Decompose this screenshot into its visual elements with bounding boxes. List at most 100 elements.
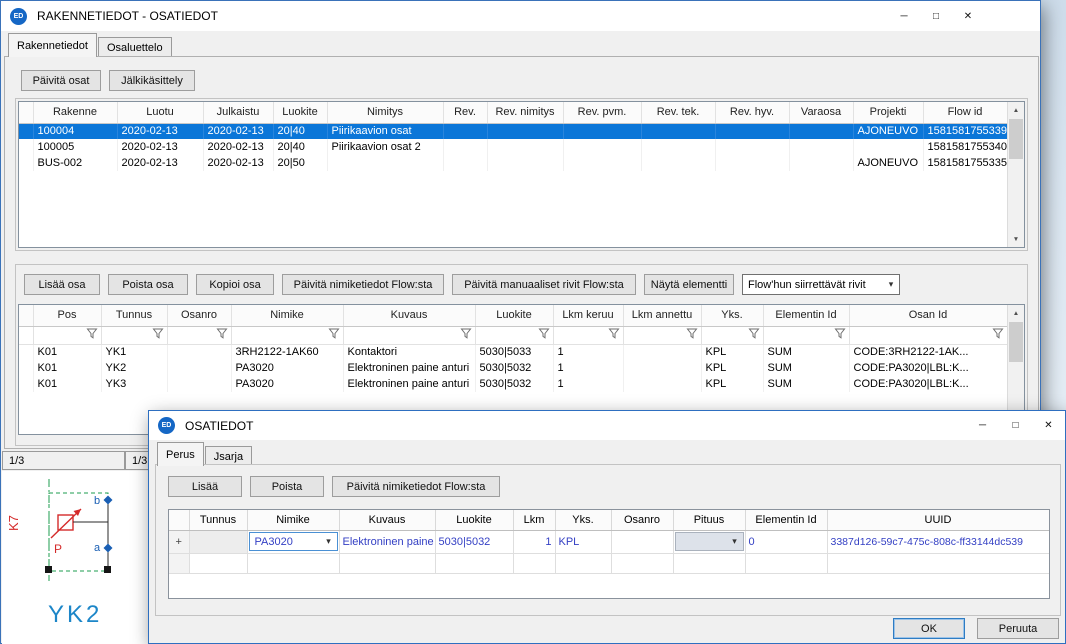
column-header[interactable]: Flow id bbox=[923, 102, 1007, 123]
minimize-button[interactable]: ─ bbox=[888, 1, 920, 31]
filter-cell[interactable] bbox=[475, 326, 553, 344]
structures-scrollbar[interactable]: ▲ ▼ bbox=[1007, 102, 1024, 247]
column-header[interactable]: Rev. nimitys bbox=[487, 102, 563, 123]
column-header[interactable]: Tunnus bbox=[189, 510, 247, 530]
poista-osa-button[interactable]: Poista osa bbox=[108, 274, 188, 295]
filter-cell[interactable] bbox=[553, 326, 623, 344]
scroll-thumb[interactable] bbox=[1009, 322, 1023, 362]
paivita-manuaaliset-flow-button[interactable]: Päivitä manuaaliset rivit Flow:sta bbox=[452, 274, 636, 295]
minimize-button[interactable]: ─ bbox=[966, 411, 999, 440]
column-header[interactable]: UUID bbox=[827, 510, 1049, 530]
column-header[interactable]: Lkm bbox=[513, 510, 555, 530]
filter-cell[interactable] bbox=[701, 326, 763, 344]
filter-cell[interactable] bbox=[763, 326, 849, 344]
column-header[interactable]: Luotu bbox=[117, 102, 203, 123]
kopioi-osa-button[interactable]: Kopioi osa bbox=[196, 274, 274, 295]
column-header[interactable]: Tunnus bbox=[101, 305, 167, 326]
column-header[interactable]: Elementin Id bbox=[745, 510, 827, 530]
filter-cell[interactable] bbox=[33, 326, 101, 344]
column-header[interactable]: Luokite bbox=[273, 102, 327, 123]
column-header[interactable]: Yks. bbox=[555, 510, 611, 530]
nimike-combo[interactable]: PA3020 ▾ bbox=[249, 532, 338, 551]
cell bbox=[563, 123, 641, 139]
column-header[interactable]: Projekti bbox=[853, 102, 923, 123]
main-tabstrip: Rakennetiedot Osaluettelo bbox=[8, 33, 173, 57]
pituus-combo[interactable]: ▾ bbox=[675, 532, 744, 551]
scroll-thumb[interactable] bbox=[1009, 119, 1023, 159]
tab-osaluettelo[interactable]: Osaluettelo bbox=[98, 37, 172, 57]
terminal-b-label: b bbox=[94, 495, 100, 507]
lisaa-button[interactable]: Lisää bbox=[168, 476, 242, 497]
column-header[interactable]: Rev. tek. bbox=[641, 102, 715, 123]
close-button[interactable]: ✕ bbox=[952, 1, 984, 31]
column-header[interactable]: Rev. pvm. bbox=[563, 102, 641, 123]
column-header[interactable]: Pos bbox=[33, 305, 101, 326]
table-row[interactable]: K01 YK1 3RH2122-1AK60 Kontaktori 5030|50… bbox=[19, 344, 1007, 360]
uuid-cell[interactable]: 3387d126-59c7-475c-808c-ff33144dc539 bbox=[827, 530, 1049, 553]
column-header[interactable]: Rakenne bbox=[33, 102, 117, 123]
kuvaus-cell[interactable]: Elektroninen paine bbox=[339, 530, 435, 553]
column-header[interactable]: Kuvaus bbox=[339, 510, 435, 530]
close-button[interactable]: ✕ bbox=[1032, 411, 1065, 440]
tab-perus[interactable]: Perus bbox=[157, 442, 204, 466]
filter-cell[interactable] bbox=[167, 326, 231, 344]
luokite-cell[interactable]: 5030|5032 bbox=[435, 530, 513, 553]
table-row[interactable]: K01 YK3 PA3020 Elektroninen paine anturi… bbox=[19, 376, 1007, 392]
column-header[interactable]: Kuvaus bbox=[343, 305, 475, 326]
yks-cell[interactable]: KPL bbox=[555, 530, 611, 553]
poista-button[interactable]: Poista bbox=[250, 476, 324, 497]
filter-cell[interactable] bbox=[101, 326, 167, 344]
lisaa-osa-button[interactable]: Lisää osa bbox=[24, 274, 100, 295]
column-header[interactable]: Yks. bbox=[701, 305, 763, 326]
dialog-parts-table: Tunnus Nimike Kuvaus Luokite Lkm Yks. Os… bbox=[169, 510, 1050, 574]
table-row[interactable]: 100005 2020-02-13 2020-02-13 20|40 Piiri… bbox=[19, 139, 1007, 155]
nayta-elementti-button[interactable]: Näytä elementti bbox=[644, 274, 734, 295]
filter-cell[interactable] bbox=[849, 326, 1007, 344]
column-header[interactable]: Lkm keruu bbox=[553, 305, 623, 326]
column-header[interactable]: Osan Id bbox=[849, 305, 1007, 326]
ok-button[interactable]: OK bbox=[893, 618, 965, 639]
column-header[interactable]: Pituus bbox=[673, 510, 745, 530]
column-header[interactable]: Elementin Id bbox=[763, 305, 849, 326]
tunnus-cell[interactable] bbox=[189, 530, 247, 553]
cell: K01 bbox=[33, 376, 101, 392]
column-header[interactable]: Julkaistu bbox=[203, 102, 273, 123]
column-header[interactable]: Nimitys bbox=[327, 102, 443, 123]
column-header[interactable]: Luokite bbox=[435, 510, 513, 530]
filter-cell[interactable] bbox=[231, 326, 343, 344]
filter-cell[interactable] bbox=[623, 326, 701, 344]
maximize-button[interactable]: □ bbox=[999, 411, 1032, 440]
tab-jsarja[interactable]: Jsarja bbox=[205, 446, 252, 466]
elementin-id-cell[interactable]: 0 bbox=[745, 530, 827, 553]
empty-row[interactable] bbox=[169, 553, 1049, 573]
table-row[interactable]: BUS-002 2020-02-13 2020-02-13 20|50 AJO bbox=[19, 155, 1007, 171]
peruuta-button[interactable]: Peruuta bbox=[977, 618, 1059, 639]
column-header[interactable]: Osanro bbox=[167, 305, 231, 326]
lkm-cell[interactable]: 1 bbox=[513, 530, 555, 553]
tab-rakennetiedot[interactable]: Rakennetiedot bbox=[8, 33, 97, 57]
paivita-nimiketiedot-flow-button[interactable]: Päivitä nimiketiedot Flow:sta bbox=[332, 476, 500, 497]
part-edit-row[interactable]: + PA3020 ▾ Elektroninen paine 5030|5032 … bbox=[169, 530, 1049, 553]
jalkikasittely-button[interactable]: Jälkikäsittely bbox=[109, 70, 195, 91]
table-row-selected[interactable]: 100004 2020-02-13 2020-02-13 20|40 Piiri… bbox=[19, 123, 1007, 139]
flow-rows-combo[interactable]: Flow'hun siirrettävät rivit ▾ bbox=[742, 274, 900, 295]
column-header[interactable]: Osanro bbox=[611, 510, 673, 530]
column-header[interactable]: Nimike bbox=[247, 510, 339, 530]
column-header[interactable]: Nimike bbox=[231, 305, 343, 326]
scroll-up-icon[interactable]: ▲ bbox=[1008, 102, 1024, 118]
paivita-nimiketiedot-flow-button[interactable]: Päivitä nimiketiedot Flow:sta bbox=[282, 274, 444, 295]
paivita-osat-button[interactable]: Päivitä osat bbox=[21, 70, 101, 91]
flow-rows-combo-value: Flow'hun siirrettävät rivit bbox=[743, 279, 883, 291]
column-header[interactable]: Lkm annettu bbox=[623, 305, 701, 326]
osanro-cell[interactable] bbox=[611, 530, 673, 553]
scroll-up-icon[interactable]: ▲ bbox=[1008, 305, 1024, 321]
column-header[interactable]: Rev. hyv. bbox=[715, 102, 789, 123]
column-header[interactable]: Varaosa bbox=[789, 102, 853, 123]
maximize-button[interactable]: □ bbox=[920, 1, 952, 31]
filter-cell[interactable] bbox=[343, 326, 475, 344]
cell: 5030|5032 bbox=[475, 360, 553, 376]
column-header[interactable]: Luokite bbox=[475, 305, 553, 326]
column-header[interactable]: Rev. bbox=[443, 102, 487, 123]
scroll-down-icon[interactable]: ▼ bbox=[1008, 231, 1024, 247]
table-row[interactable]: K01 YK2 PA3020 Elektroninen paine anturi… bbox=[19, 360, 1007, 376]
